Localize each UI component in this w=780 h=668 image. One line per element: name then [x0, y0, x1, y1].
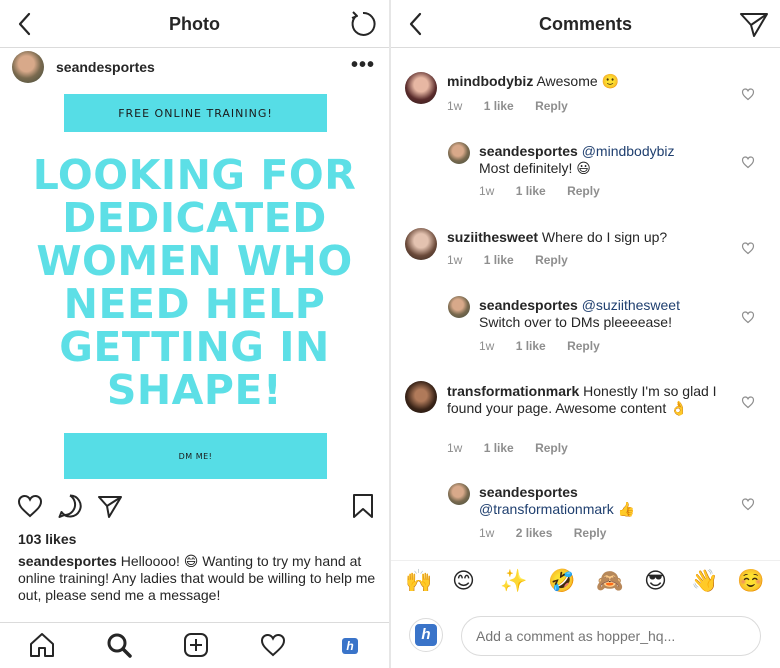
- emoji-button[interactable]: ✨: [500, 569, 527, 594]
- comment-body: 👍: [617, 501, 636, 517]
- comment-like-heart-icon[interactable]: [741, 395, 755, 409]
- emoji-button[interactable]: ☺️: [737, 569, 764, 594]
- comment-text: transformationmark Honestly I'm so glad …: [447, 383, 727, 417]
- reply-button[interactable]: Reply: [574, 526, 607, 540]
- comment-like-heart-icon[interactable]: [741, 155, 755, 169]
- comment-meta: 1w 1 like Reply: [447, 99, 586, 113]
- bottom-nav: h: [0, 622, 389, 668]
- comment-body: Awesome 🙂: [536, 73, 619, 89]
- avatar: h: [409, 618, 443, 652]
- comment-meta: 1w 1 like Reply: [479, 339, 618, 353]
- refresh-icon[interactable]: [347, 8, 379, 40]
- post-caption: seandesportes Helloooo! 😄 Wanting to try…: [18, 553, 380, 604]
- comment-time: 1w: [479, 526, 495, 540]
- comment-username[interactable]: seandesportes: [479, 484, 578, 500]
- post-image[interactable]: FREE ONLINE TRAINING! LOOKING FOR DEDICA…: [0, 94, 389, 488]
- page-title: Photo: [169, 14, 220, 34]
- comment-time: 1w: [479, 184, 495, 198]
- reply-button[interactable]: Reply: [535, 441, 568, 455]
- comment-mention[interactable]: @transformationmark: [479, 501, 614, 517]
- brand-badge: h: [415, 624, 437, 646]
- avatar[interactable]: [405, 228, 437, 260]
- emoji-quick-bar: 🙌 😊 ✨ 🤣 🙈 😎 👋 ☺️: [391, 560, 780, 604]
- comment-time: 1w: [447, 99, 463, 113]
- emoji-button[interactable]: 👋: [691, 569, 718, 594]
- post-username[interactable]: seandesportes: [56, 59, 155, 75]
- emoji-button[interactable]: 😊: [452, 569, 475, 594]
- comment-meta: 1w 1 like Reply: [479, 184, 618, 198]
- promo-top-banner: FREE ONLINE TRAINING!: [64, 94, 327, 132]
- comment-time: 1w: [447, 253, 463, 267]
- comment-bubble-icon[interactable]: [56, 492, 84, 520]
- comment-text: seandesportes @mindbodybiz Most definite…: [479, 143, 729, 177]
- comment-username[interactable]: seandesportes: [479, 143, 578, 159]
- avatar[interactable]: [448, 142, 470, 164]
- caption-username[interactable]: seandesportes: [18, 553, 117, 569]
- comment-mention[interactable]: @suziithesweet: [582, 297, 680, 313]
- home-icon[interactable]: [28, 631, 56, 659]
- promo-headline: LOOKING FOR DEDICATED WOMEN WHO NEED HEL…: [32, 151, 357, 414]
- post-actions: [0, 488, 389, 524]
- post-header: seandesportes •••: [0, 48, 389, 94]
- reply-button[interactable]: Reply: [535, 99, 568, 113]
- comment-likes[interactable]: 1 like: [484, 441, 514, 455]
- likes-count[interactable]: 103 likes: [18, 531, 76, 547]
- emoji-button[interactable]: 🙌: [405, 569, 432, 594]
- avatar[interactable]: [405, 381, 437, 413]
- comment-time: 1w: [447, 441, 463, 455]
- comments-header: Comments: [391, 0, 780, 48]
- comment-text: suziithesweet Where do I sign up?: [447, 229, 727, 246]
- like-heart-icon[interactable]: [16, 492, 44, 520]
- comment-likes[interactable]: 1 like: [484, 99, 514, 113]
- reply-button[interactable]: Reply: [567, 339, 600, 353]
- emoji-button[interactable]: 🤣: [548, 569, 575, 594]
- reply-button[interactable]: Reply: [567, 184, 600, 198]
- direct-message-icon[interactable]: [738, 8, 770, 40]
- comment-like-heart-icon[interactable]: [741, 497, 755, 511]
- comment-composer: h: [391, 604, 780, 668]
- comment-input[interactable]: [461, 616, 761, 656]
- comment-username[interactable]: mindbodybiz: [447, 73, 533, 89]
- comment-body: Where do I sign up?: [541, 229, 668, 245]
- comment-text: mindbodybiz Awesome 🙂: [447, 73, 727, 90]
- comment-username[interactable]: transformationmark: [447, 383, 579, 399]
- photo-panel: Photo seandesportes ••• FREE ONLINE TRAI…: [0, 0, 389, 668]
- comment-meta: 1w 1 like Reply: [447, 441, 586, 455]
- profile-icon[interactable]: h: [342, 638, 358, 654]
- avatar[interactable]: [448, 483, 470, 505]
- promo-bottom-banner: DM ME!: [64, 433, 327, 479]
- comment-meta: 1w 1 like Reply: [447, 253, 586, 267]
- emoji-button[interactable]: 😎: [644, 569, 667, 594]
- avatar[interactable]: [448, 296, 470, 318]
- photo-header: Photo: [0, 0, 389, 48]
- comment-text: seandesportes @transformationmark 👍: [479, 484, 729, 518]
- avatar[interactable]: [405, 72, 437, 104]
- bookmark-icon[interactable]: [349, 492, 377, 520]
- comment-like-heart-icon[interactable]: [741, 87, 755, 101]
- avatar[interactable]: [12, 51, 44, 83]
- add-post-icon[interactable]: [182, 631, 210, 659]
- emoji-button[interactable]: 🙈: [596, 569, 623, 594]
- more-options-icon[interactable]: •••: [351, 54, 375, 77]
- comment-username[interactable]: suziithesweet: [447, 229, 538, 245]
- comment-body: Most definitely! 😃: [479, 160, 591, 176]
- comment-likes[interactable]: 1 like: [516, 339, 546, 353]
- search-icon[interactable]: [105, 631, 133, 659]
- comment-time: 1w: [479, 339, 495, 353]
- comment-like-heart-icon[interactable]: [741, 310, 755, 324]
- comment-likes[interactable]: 1 like: [484, 253, 514, 267]
- page-title: Comments: [538, 14, 632, 34]
- comment-likes[interactable]: 2 likes: [516, 526, 553, 540]
- comment-body: Switch over to DMs pleeeease!: [479, 314, 672, 330]
- activity-heart-icon[interactable]: [259, 631, 287, 659]
- comment-meta: 1w 2 likes Reply: [479, 526, 624, 540]
- share-paper-plane-icon[interactable]: [96, 492, 124, 520]
- comment-mention[interactable]: @mindbodybiz: [582, 143, 675, 159]
- comment-like-heart-icon[interactable]: [741, 241, 755, 255]
- comment-username[interactable]: seandesportes: [479, 297, 578, 313]
- reply-button[interactable]: Reply: [535, 253, 568, 267]
- comment-text: seandesportes @suziithesweet Switch over…: [479, 297, 729, 331]
- comment-likes[interactable]: 1 like: [516, 184, 546, 198]
- comments-panel: Comments mindbodybiz Awesome 🙂 1w 1 like…: [391, 0, 780, 668]
